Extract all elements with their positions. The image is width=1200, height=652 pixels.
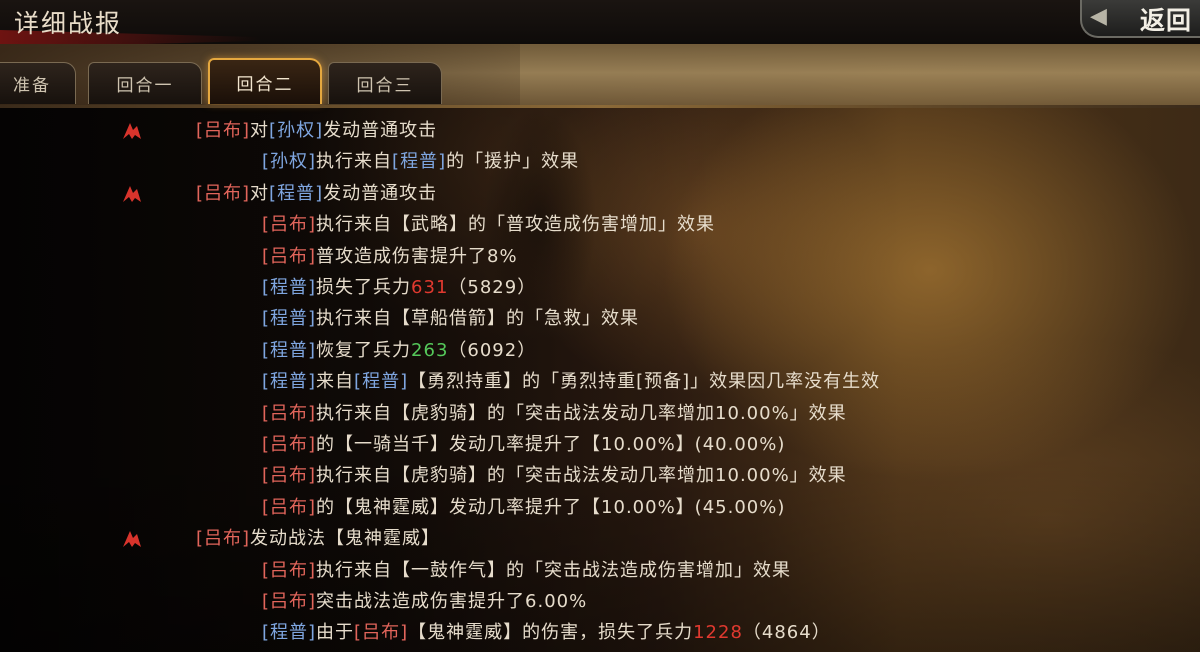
general-name: [程普] — [354, 371, 409, 393]
log-text: 执行来自【虎豹骑】的「突击战法发动几率增加10.00%」效果 — [316, 465, 847, 487]
log-entry: [吕布]突击战法造成伤害提升了6.00% — [262, 587, 587, 617]
general-name: [吕布] — [262, 496, 317, 518]
general-name: [孙权] — [262, 151, 317, 173]
log-entry: [程普]来自[程普]【勇烈持重】的「勇烈持重[预备]」效果因几率没有生效 — [262, 367, 880, 397]
log-entry: [吕布]对[程普]发动普通攻击 — [196, 179, 437, 209]
general-name: [吕布] — [262, 214, 317, 236]
log-text: 执行来自【一鼓作气】的「突击战法造成伤害增加」效果 — [316, 559, 792, 581]
round-tab-bar: 准备 回合一 回合二 回合三 — [0, 44, 1200, 108]
log-text: 普攻造成伤害提升了8% — [316, 245, 518, 267]
general-name: [吕布] — [262, 591, 317, 612]
general-name: [吕布] — [354, 622, 409, 644]
battle-log: [吕布]对[孙权]发动普通攻击 [孙权]执行来自[程普]的「援护」效果 [吕布]对[… — [0, 108, 1200, 652]
log-entry: [程普]损失了兵力631（5829） — [262, 273, 536, 303]
log-text: 发动普通攻击 — [323, 182, 438, 204]
troop-heal-value: 263 — [411, 339, 449, 361]
log-text: 执行来自 — [316, 151, 393, 173]
log-text: （4864） — [742, 622, 831, 644]
back-button-label: 返回 — [1139, 6, 1192, 35]
battle-report-screen: 详细战报 ◀ 返回 准备 回合一 回合二 回合三 [吕布]对[孙权]发动普通攻击… — [0, 0, 1200, 652]
general-name: [程普] — [262, 339, 317, 361]
log-text: 恢复了兵力 — [316, 339, 412, 361]
general-name: [吕布] — [262, 465, 317, 487]
log-text: 执行来自【虎豹骑】的「突击战法发动几率增加10.00%」效果 — [316, 402, 847, 424]
tab-round-1[interactable]: 回合一 — [88, 62, 202, 104]
page-title: 详细战报 — [14, 9, 123, 38]
log-entry: [吕布]的【一骑当千】发动几率提升了【10.00%】(40.00%) — [262, 430, 785, 460]
general-name: [程普] — [262, 277, 317, 298]
log-entry: [吕布]执行来自【武略】的「普攻造成伤害增加」效果 — [262, 210, 715, 240]
log-text: （6092） — [448, 339, 537, 361]
general-name: [吕布] — [196, 120, 251, 141]
tab-prep[interactable]: 准备 — [0, 62, 76, 104]
back-button[interactable]: ◀ 返回 — [1080, 0, 1200, 38]
log-entry: [程普]执行来自【草船借箭】的「急救」效果 — [262, 304, 639, 334]
log-text: （5829） — [448, 277, 537, 298]
log-entry: [吕布]执行来自【虎豹骑】的「突击战法发动几率增加10.00%」效果 — [262, 399, 847, 429]
log-text: 【鬼神霆威】的伤害，损失了兵力 — [408, 622, 694, 644]
log-entry: [程普]由于[吕布]【鬼神霆威】的伤害，损失了兵力1228（4864） — [262, 618, 831, 648]
log-entry: [程普]恢复了兵力263（6092） — [262, 336, 536, 366]
log-entry: [吕布]的【鬼神霆威】发动几率提升了【10.00%】(45.00%) — [262, 493, 785, 523]
log-text: 的【一骑当千】发动几率提升了【10.00%】(40.00%) — [316, 434, 786, 455]
general-name: [吕布] — [262, 559, 317, 581]
log-text: 突击战法造成伤害提升了6.00% — [316, 591, 588, 612]
general-name: [程普] — [392, 151, 447, 173]
log-entry: [吕布]普攻造成伤害提升了8% — [262, 242, 518, 272]
general-name: [吕布] — [196, 182, 251, 204]
log-text: 执行来自【草船借箭】的「急救」效果 — [316, 308, 640, 330]
log-text: 执行来自【武略】的「普攻造成伤害增加」效果 — [316, 214, 716, 236]
general-name: [程普] — [262, 371, 317, 393]
log-text: 的「援护」效果 — [446, 151, 580, 173]
action-marker-icon — [123, 185, 141, 202]
header-bar: 详细战报 ◀ 返回 — [0, 0, 1200, 48]
log-text: 发动普通攻击 — [323, 120, 438, 141]
log-entry: [吕布]发动战法【鬼神霆威】 — [196, 524, 440, 554]
log-text: 由于 — [316, 622, 355, 644]
log-text: 来自 — [316, 371, 355, 393]
log-entry: [吕布]对[孙权]发动普通攻击 — [196, 116, 437, 146]
general-name: [孙权] — [269, 120, 324, 141]
troop-loss-value: 631 — [411, 277, 449, 298]
general-name: [程普] — [262, 622, 317, 644]
log-text: 的【鬼神霆威】发动几率提升了【10.00%】(45.00%) — [316, 496, 786, 518]
general-name: [程普] — [269, 182, 324, 204]
tab-round-2[interactable]: 回合二 — [208, 58, 322, 104]
log-entry: [吕布]执行来自【一鼓作气】的「突击战法造成伤害增加」效果 — [262, 556, 791, 586]
action-marker-icon — [123, 123, 141, 139]
general-name: [吕布] — [262, 434, 317, 455]
general-name: [程普] — [262, 308, 317, 330]
back-arrow-icon: ◀ — [1090, 4, 1107, 29]
log-text: 损失了兵力 — [316, 277, 412, 298]
log-text: 对 — [250, 120, 270, 141]
general-name: [吕布] — [196, 528, 251, 550]
log-text: 发动战法【鬼神霆威】 — [250, 528, 441, 550]
log-entry: [孙权]执行来自[程普]的「援护」效果 — [262, 147, 579, 177]
troop-loss-value: 1228 — [693, 622, 743, 644]
tab-round-3[interactable]: 回合三 — [328, 62, 442, 104]
general-name: [吕布] — [262, 402, 317, 424]
log-entry: [吕布]执行来自【虎豹骑】的「突击战法发动几率增加10.00%」效果 — [262, 461, 847, 491]
action-marker-icon — [123, 531, 141, 548]
log-text: 对 — [250, 182, 270, 204]
general-name: [吕布] — [262, 245, 317, 267]
log-text: 【勇烈持重】的「勇烈持重[预备]」效果因几率没有生效 — [408, 371, 881, 393]
